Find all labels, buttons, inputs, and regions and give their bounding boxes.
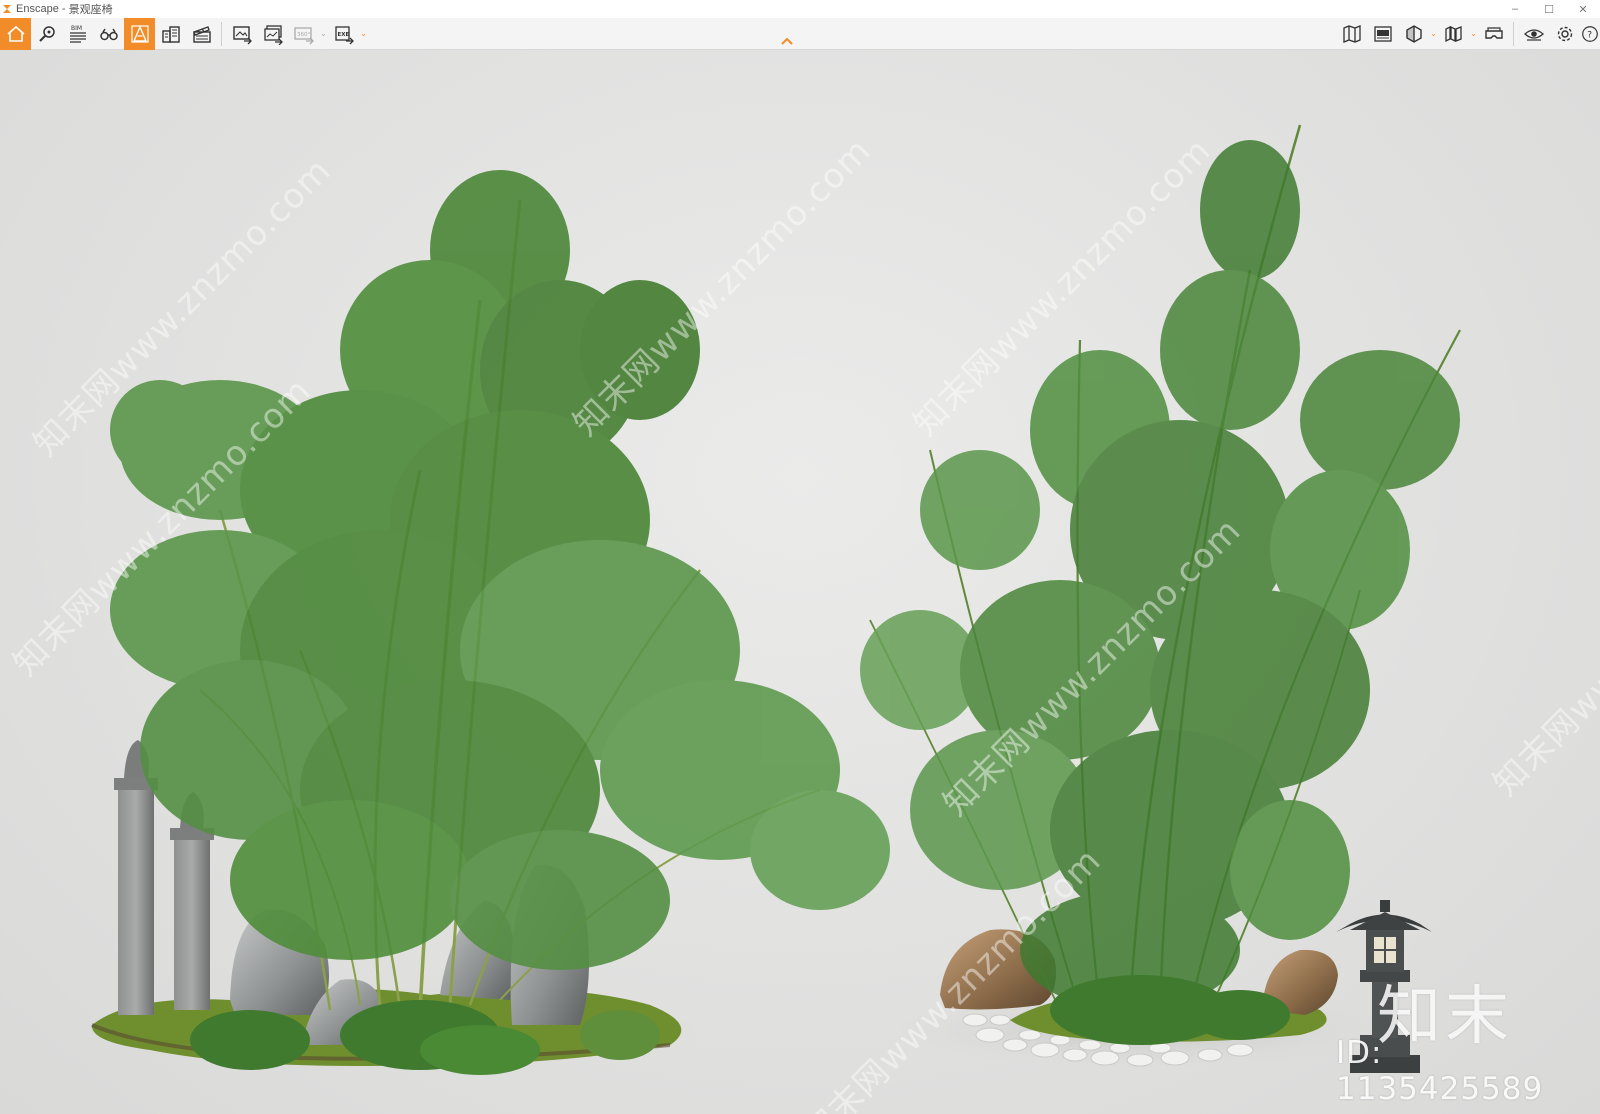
section-button[interactable] — [1398, 18, 1429, 50]
buildings-icon — [161, 25, 180, 43]
batch-render-icon — [263, 24, 283, 45]
section-icon — [1405, 24, 1422, 43]
window-controls: – ☐ ✕ — [1498, 0, 1600, 18]
exe-export-icon: EXE — [334, 25, 354, 44]
help-button[interactable]: ? — [1580, 18, 1600, 50]
visibility-button[interactable] — [1518, 18, 1549, 50]
enscape-logo-icon — [2, 4, 12, 14]
views-button[interactable] — [1367, 18, 1398, 50]
clapperboard-icon — [192, 25, 211, 43]
minimize-button[interactable]: – — [1498, 0, 1532, 18]
main-toolbar: BIM 360° ⌄ EXE ⌄ ⌄ ⌄ ? — [0, 17, 1600, 50]
atlas-button[interactable] — [1438, 18, 1469, 50]
title-bar: Enscape - 景观座椅 – ☐ ✕ — [0, 0, 1600, 18]
orthographic-button[interactable] — [124, 17, 155, 50]
atlas-icon — [1444, 25, 1462, 42]
render-viewport[interactable]: 知末网www.znzmo.com 知末网www.znzmo.com 知末网www… — [0, 50, 1600, 1114]
vr-headset-icon — [1484, 26, 1503, 39]
exe-dropdown-caret[interactable]: ⌄ — [359, 18, 368, 50]
svg-text:BIM: BIM — [71, 25, 82, 32]
views-icon — [1373, 25, 1392, 42]
title-separator: - — [58, 3, 69, 15]
map-button[interactable] — [1336, 18, 1367, 50]
close-button[interactable]: ✕ — [1566, 0, 1600, 18]
app-name: Enscape — [16, 3, 59, 15]
bim-icon: BIM — [69, 25, 86, 43]
document-name: 景观座椅 — [68, 4, 113, 16]
svg-text:?: ? — [1587, 30, 1592, 40]
settings-button[interactable] — [1549, 18, 1580, 50]
video-editor-button[interactable] — [186, 18, 217, 50]
svg-text:EXE: EXE — [337, 32, 349, 38]
map-icon — [1342, 24, 1361, 43]
home-icon — [6, 25, 25, 42]
ferns-right — [1050, 975, 1290, 1045]
bim-button[interactable]: BIM — [62, 18, 93, 50]
maximize-button[interactable]: ☐ — [1532, 0, 1566, 18]
asset-id-label: ID: 1135425589 — [1336, 1035, 1544, 1107]
atlas-dropdown-caret[interactable]: ⌄ — [1469, 18, 1478, 50]
help-icon: ? — [1582, 25, 1598, 42]
panorama-export-icon: 360° — [293, 26, 314, 44]
panorama-dropdown-caret[interactable]: ⌄ — [319, 18, 328, 50]
asset-library-icon — [38, 25, 55, 42]
binoculars-button[interactable] — [93, 18, 124, 50]
settings-gear-icon — [1557, 26, 1572, 41]
batch-render-button[interactable] — [257, 18, 288, 50]
home-button[interactable] — [0, 17, 31, 50]
binoculars-icon — [99, 28, 118, 40]
asset-library-button[interactable] — [31, 18, 62, 50]
screenshot-export-icon — [232, 25, 252, 44]
vr-headset-button[interactable] — [1478, 18, 1509, 50]
svg-text:360°: 360° — [297, 32, 310, 38]
orthographic-icon — [130, 24, 149, 43]
buildings-button[interactable] — [155, 18, 186, 50]
toolbar-separator — [221, 21, 222, 46]
exe-export-button[interactable]: EXE — [328, 18, 359, 50]
visibility-icon — [1523, 28, 1544, 41]
section-dropdown-caret[interactable]: ⌄ — [1429, 18, 1438, 50]
panorama-export-button[interactable]: 360° — [288, 18, 319, 50]
collapse-toolbar-arrow-icon[interactable] — [780, 35, 794, 47]
screenshot-export-button[interactable] — [226, 18, 257, 50]
toolbar-separator-right — [1513, 21, 1514, 46]
